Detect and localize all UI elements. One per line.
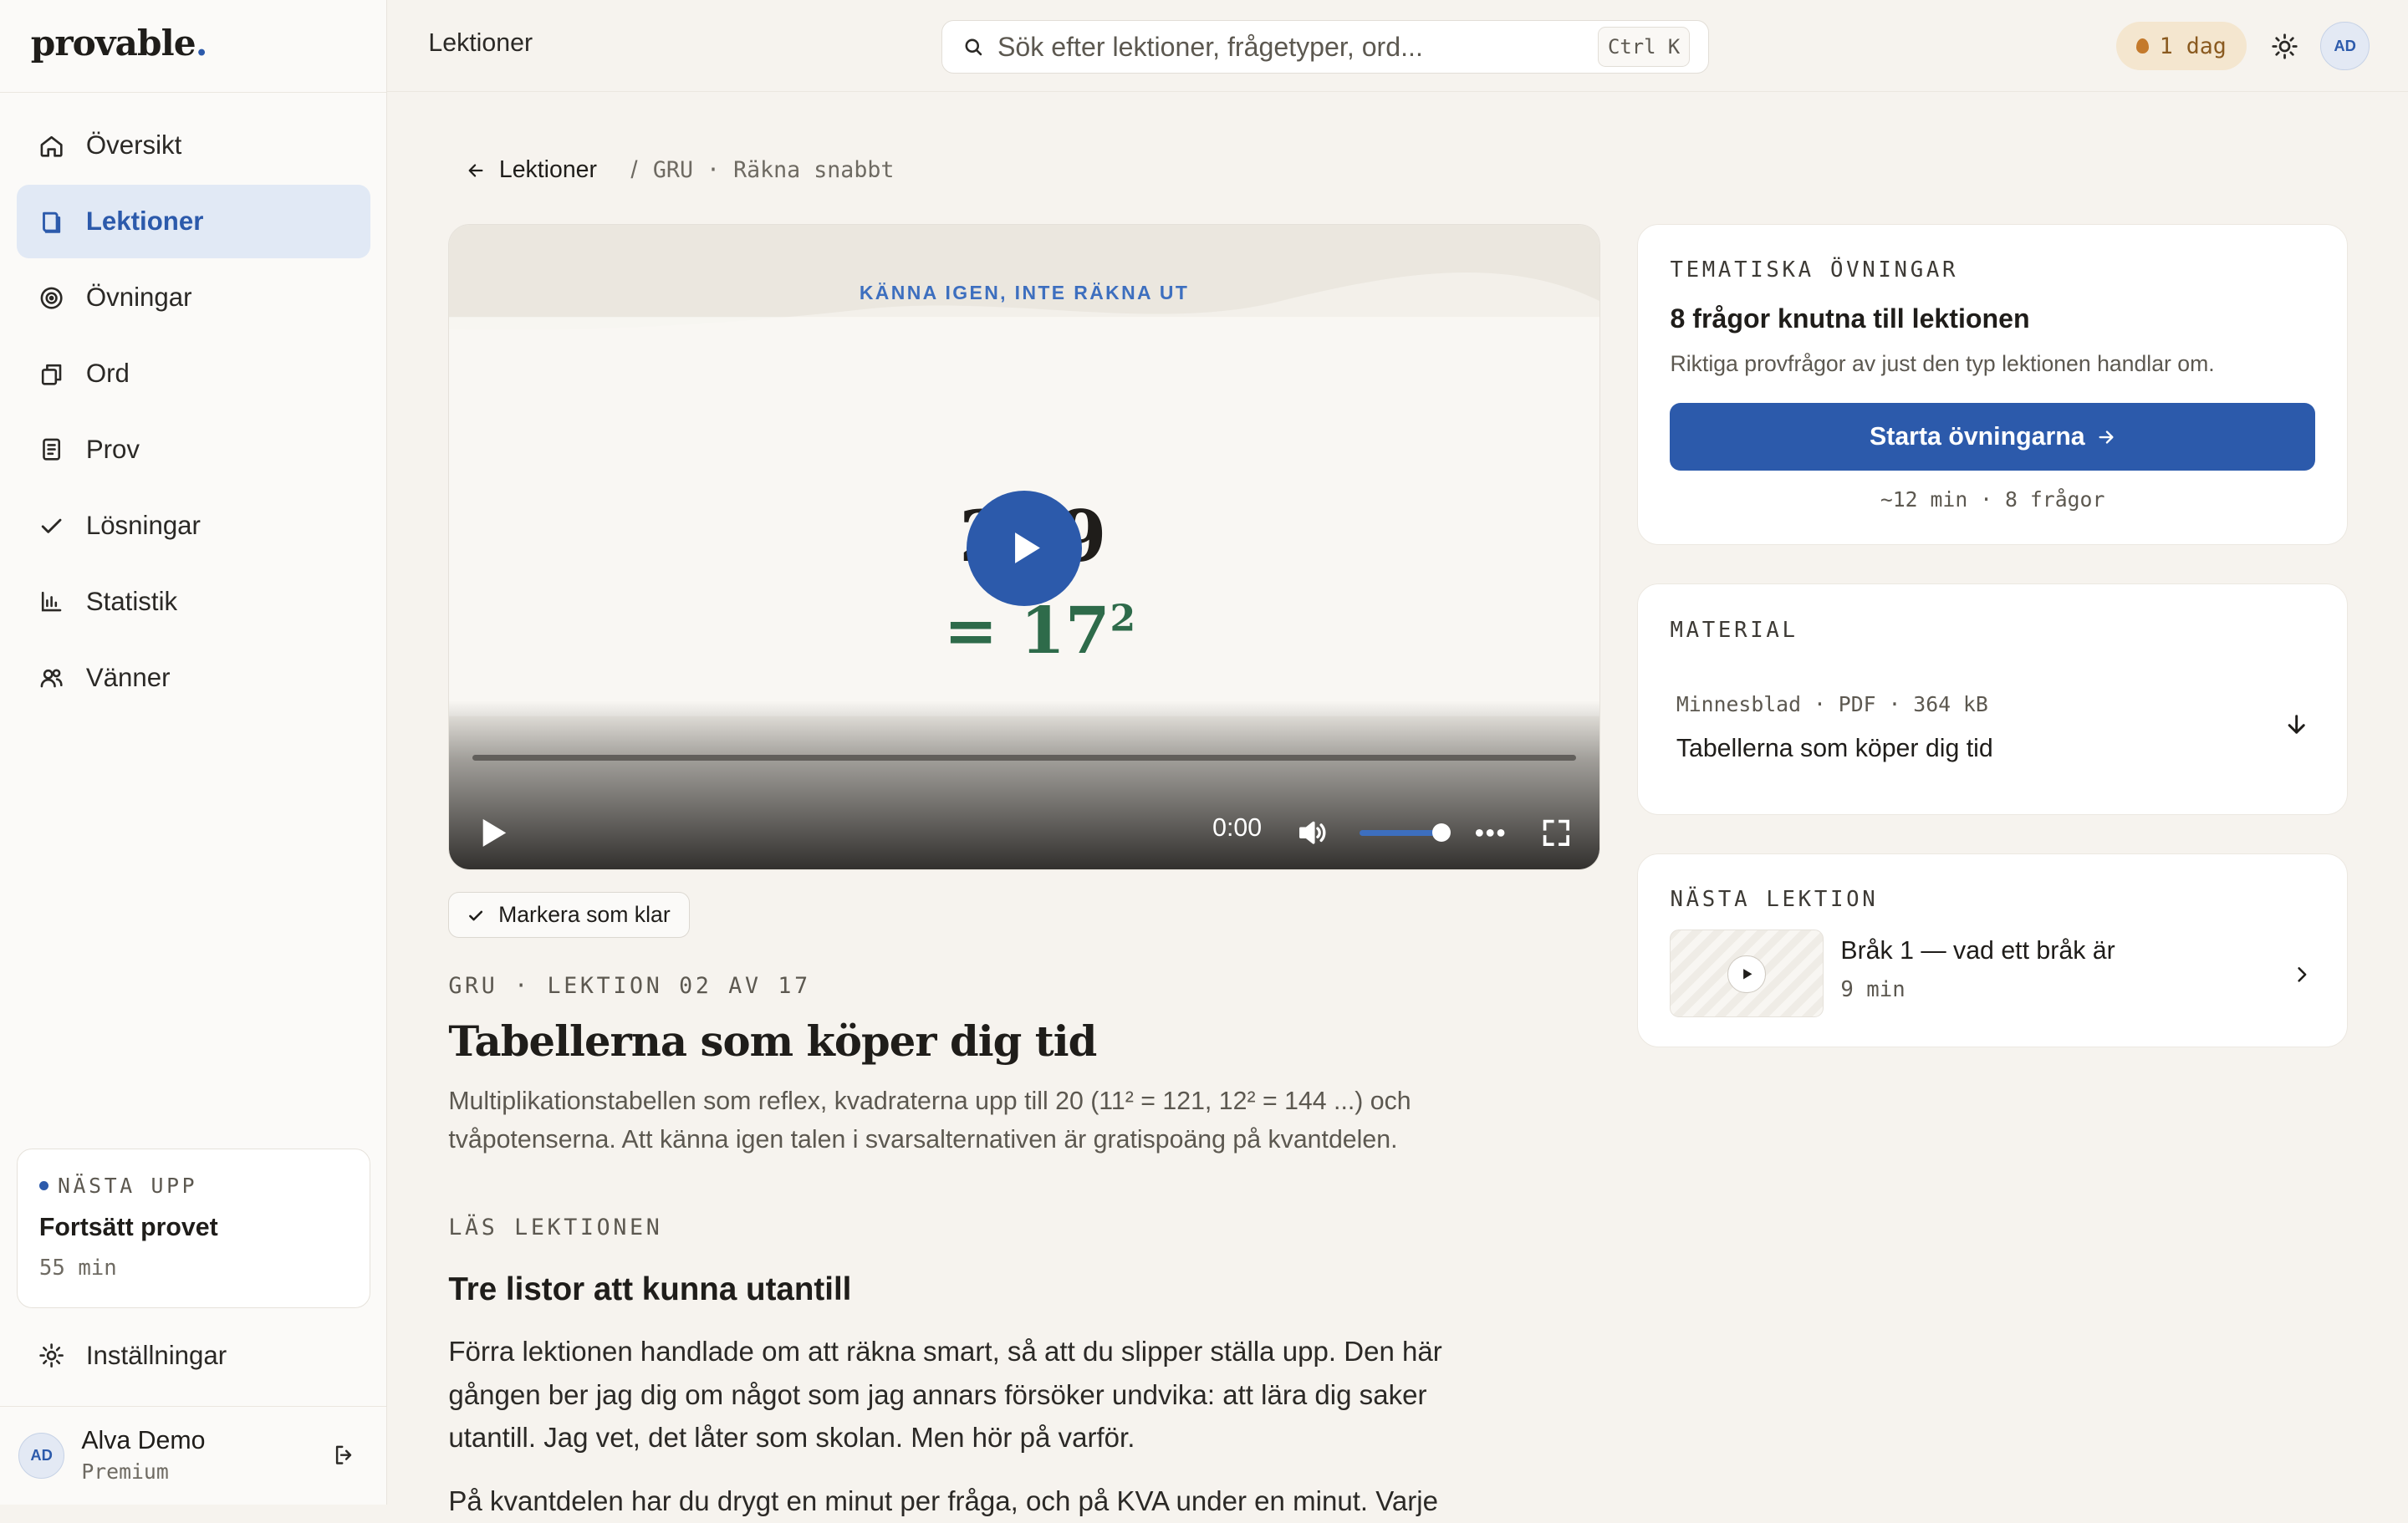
section-title: Tre listor att kunna utantill <box>448 1271 852 1307</box>
sidebar-item-label: Prov <box>85 435 140 465</box>
breadcrumb: Lektioner / GRU · Räkna snabbt <box>467 154 894 187</box>
sidebar-item-losningar[interactable]: Lösningar <box>17 489 370 563</box>
lesson-title: Tabellerna som köper dig tid <box>448 1016 1097 1066</box>
practice-title: 8 frågor knutna till lektionen <box>1670 303 2030 334</box>
sun-icon[interactable] <box>2271 33 2298 60</box>
lesson-paragraph: På kvantdelen har du drygt en minut per … <box>448 1485 1438 1517</box>
top-bar: Lektioner Ctrl K 1 dag AD <box>386 0 2408 93</box>
fullscreen-icon[interactable] <box>1541 818 1572 848</box>
download-icon[interactable] <box>2284 713 2309 737</box>
user-name: Alva Demo <box>81 1426 206 1454</box>
volume-slider-handle[interactable] <box>1431 823 1451 843</box>
sidebar-item-label: Översikt <box>85 130 182 160</box>
status-dot-icon <box>38 1181 48 1191</box>
sidebar-item-label: Lösningar <box>85 511 201 540</box>
avatar[interactable]: AD <box>2320 21 2370 71</box>
avatar: AD <box>18 1432 65 1479</box>
next-up-duration: 55 min <box>38 1256 117 1281</box>
play-icon <box>1014 532 1040 564</box>
next-lesson-eyebrow: NÄSTA LEKTION <box>1670 886 1879 912</box>
sidebar-item-label: Statistik <box>85 586 178 616</box>
sidebar-item-label: Övningar <box>85 283 192 313</box>
chevron-right-icon <box>2297 966 2306 982</box>
next-up-eyebrow: NÄSTA UPP <box>38 1174 348 1198</box>
video-player[interactable]: KÄNNA IGEN, INTE RÄKNA UT 289 = 172 0:00 <box>448 224 1600 871</box>
video-progress-bar[interactable] <box>472 754 1577 761</box>
sidebar: provable. Översikt Lektioner Övningar Or… <box>0 0 387 1505</box>
users-icon <box>40 669 63 688</box>
streak-badge[interactable]: 1 dag <box>2115 21 2247 71</box>
read-lesson-eyebrow: LÄS LEKTIONEN <box>448 1214 663 1240</box>
search-shortcut: Ctrl K <box>1597 27 1691 67</box>
play-icon <box>1727 955 1767 994</box>
arrow-right-icon <box>2099 430 2114 444</box>
material-eyebrow: MATERIAL <box>1670 618 1798 644</box>
start-practice-button[interactable]: Starta övningarna <box>1670 403 2315 471</box>
sidebar-item-label: Lektioner <box>85 206 204 237</box>
sidebar-item-label: Vänner <box>85 662 171 692</box>
breadcrumb-current: GRU · Räkna snabbt <box>652 157 895 184</box>
sidebar-nav: Översikt Lektioner Övningar Ord Prov Lös… <box>17 109 370 716</box>
book-icon <box>42 211 61 233</box>
sidebar-item-ovningar[interactable]: Övningar <box>17 261 370 334</box>
target-icon <box>40 287 63 309</box>
home-icon <box>40 135 63 157</box>
document-icon <box>43 439 60 461</box>
more-icon[interactable] <box>1473 827 1507 839</box>
lesson-description: Multiplikationstabellen som reflex, kvad… <box>448 1087 1411 1154</box>
gear-icon <box>39 1343 64 1368</box>
practice-meta: ~12 min · 8 frågor <box>1880 487 2105 512</box>
next-lesson-duration: 9 min <box>1840 977 1905 1003</box>
settings-button[interactable]: Inställningar <box>17 1321 370 1391</box>
search-input[interactable] <box>997 31 1566 63</box>
user-profile[interactable]: AD Alva Demo Premium <box>18 1422 371 1490</box>
next-up-card[interactable]: NÄSTA UPP Fortsätt provet 55 min <box>17 1148 370 1308</box>
video-equation: = 172 <box>943 593 1136 669</box>
check-icon <box>41 519 62 534</box>
sidebar-item-prov[interactable]: Prov <box>17 413 370 486</box>
lesson-thumbnail <box>1670 930 1824 1017</box>
video-caption: KÄNNA IGEN, INTE RÄKNA UT <box>859 282 1190 304</box>
next-up-title: Fortsätt provet <box>38 1213 218 1241</box>
sidebar-item-label: Ord <box>85 359 130 389</box>
bar-chart-icon <box>41 592 62 612</box>
divider <box>0 92 386 93</box>
logout-icon[interactable] <box>332 1443 356 1467</box>
next-lesson-title: Bråk 1 — vad ett bråk är <box>1840 937 2115 965</box>
next-lesson-card[interactable]: NÄSTA LEKTION Bråk 1 — vad ett bråk är 9… <box>1636 853 2349 1047</box>
play-icon[interactable] <box>480 818 508 848</box>
breadcrumb-back-link[interactable]: Lektioner <box>467 156 597 184</box>
practice-subtitle: Riktiga provfrågor av just den typ lekti… <box>1670 350 2215 376</box>
arrow-left-icon <box>468 164 483 177</box>
sidebar-item-oversikt[interactable]: Översikt <box>17 109 370 182</box>
cards-icon <box>41 364 62 385</box>
volume-slider[interactable] <box>1360 829 1440 836</box>
search-box[interactable]: Ctrl K <box>941 19 1710 74</box>
mark-done-button[interactable]: Markera som klar <box>448 892 690 939</box>
flame-icon <box>2136 38 2149 54</box>
user-plan: Premium <box>81 1459 169 1485</box>
video-time: 0:00 <box>1212 814 1263 843</box>
sidebar-item-lektioner[interactable]: Lektioner <box>17 185 370 259</box>
material-title[interactable]: Tabellerna som köper dig tid <box>1676 735 1993 763</box>
practice-eyebrow: TEMATISKA ÖVNINGAR <box>1670 257 1959 283</box>
video-controls: 0:00 <box>449 700 1599 870</box>
lesson-eyebrow: GRU · LEKTION 02 AV 17 <box>448 973 811 1000</box>
page-title: Lektioner <box>428 28 533 57</box>
breadcrumb-separator: / <box>630 155 638 184</box>
sidebar-item-ord[interactable]: Ord <box>17 337 370 410</box>
practice-card: TEMATISKA ÖVNINGAR 8 frågor knutna till … <box>1636 224 2349 546</box>
check-icon <box>469 910 483 920</box>
lesson-paragraph: Förra lektionen handlade om att räkna sm… <box>448 1337 1442 1454</box>
settings-label: Inställningar <box>85 1340 227 1370</box>
play-button[interactable] <box>967 490 1083 606</box>
material-meta: Minnesblad · PDF · 364 kB <box>1676 691 1988 716</box>
sidebar-item-vanner[interactable]: Vänner <box>17 641 370 715</box>
divider <box>0 1406 386 1407</box>
sidebar-item-statistik[interactable]: Statistik <box>17 565 370 639</box>
volume-icon[interactable] <box>1295 816 1329 849</box>
material-card: MATERIAL Minnesblad · PDF · 364 kB Tabel… <box>1636 583 2349 816</box>
search-icon <box>965 38 982 56</box>
logo[interactable]: provable. <box>31 22 208 64</box>
